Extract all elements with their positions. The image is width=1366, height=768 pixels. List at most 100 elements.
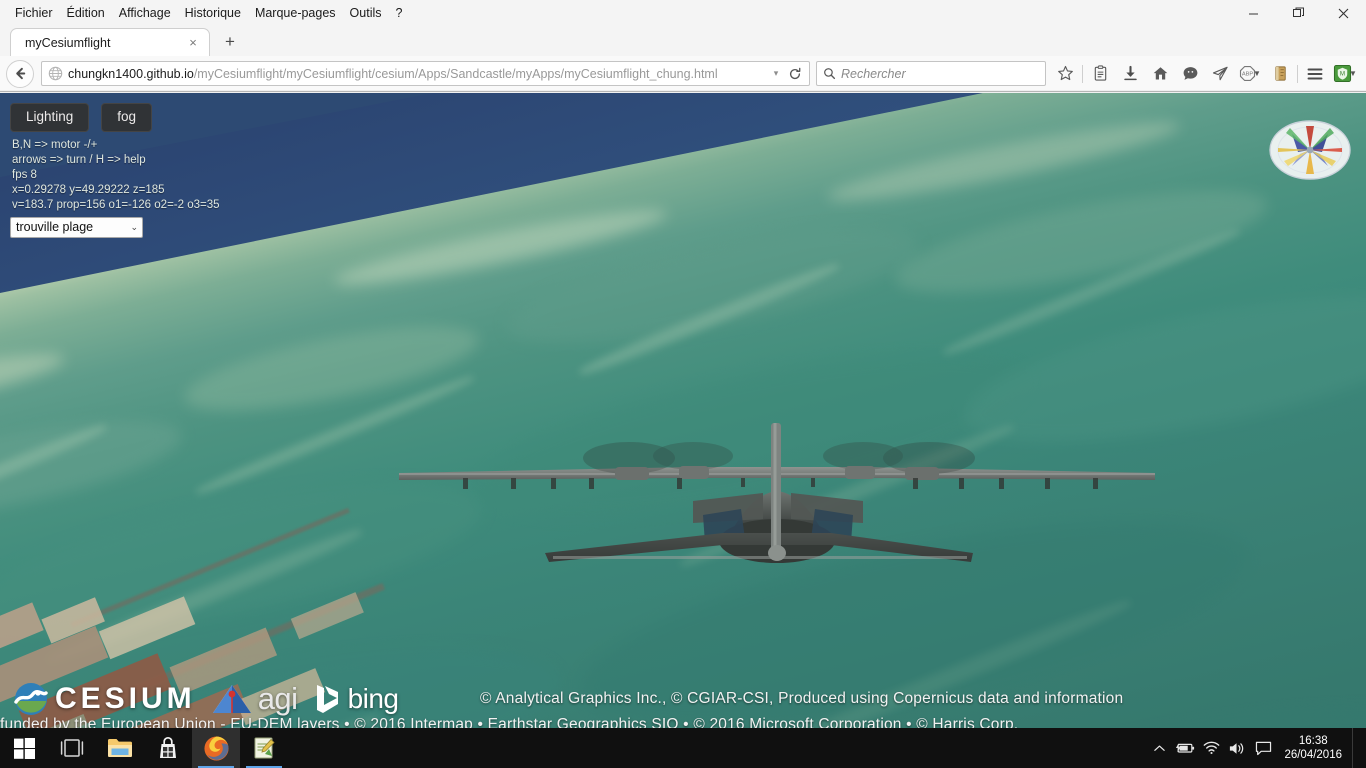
adblock-caret-icon[interactable]: ▼ [1253,69,1261,78]
menu-fichier[interactable]: Fichier [8,3,60,23]
taskbar-clock[interactable]: 16:38 26/04/2016 [1276,728,1352,768]
hud-line-position: x=0.29278 y=49.29222 z=185 [12,183,165,196]
location-select-value: trouville plage [16,220,94,235]
firefox-button[interactable] [192,728,240,768]
bing-logo-text: bing [347,683,399,714]
restore-icon [1292,7,1304,17]
home-icon [1153,67,1167,80]
hud-line-fps: fps 8 [12,168,37,181]
menu-affichage[interactable]: Affichage [112,3,178,23]
menu-marque-pages[interactable]: Marque-pages [248,3,343,23]
system-tray: 16:38 26/04/2016 [1146,728,1366,768]
search-bar[interactable]: Rechercher [816,61,1046,86]
file-explorer-icon [108,739,132,757]
url-path: /myCesiumflight/myCesiumflight/cesium/Ap… [193,66,718,81]
bookmark-star-icon [1057,65,1073,81]
task-view-icon [60,739,84,757]
tab-close-icon[interactable]: × [185,35,201,51]
adblock-plus-button[interactable]: ABP ▼ [1235,60,1265,88]
show-desktop-button[interactable] [1352,728,1360,768]
menu-hamburger-button[interactable] [1300,60,1330,88]
credit-line-2: funded by the European Union - EU-DEM la… [0,716,1019,728]
menu-historique[interactable]: Historique [178,3,248,23]
menu-hamburger-icon [1307,68,1323,79]
reload-icon [789,67,801,79]
bing-logo-icon [316,685,338,713]
svg-text:ABP: ABP [1242,72,1254,78]
new-tab-button[interactable]: + [216,29,244,55]
send-tab-icon [1212,66,1228,81]
menu-help[interactable]: ? [389,3,410,23]
action-center-button[interactable] [1250,728,1276,768]
clock-time: 16:38 [1298,735,1328,747]
send-tab-button[interactable] [1205,60,1235,88]
toolbar-icons: ABP ▼ M ▼ [1050,60,1360,88]
volume-button[interactable] [1224,728,1250,768]
home-button[interactable] [1145,60,1175,88]
pocket-button[interactable] [1175,60,1205,88]
close-button[interactable] [1321,0,1366,26]
bing-logo[interactable]: bing [312,683,399,715]
compass-rose-icon [1269,120,1351,180]
notepad-button[interactable] [240,728,288,768]
shield-caret-icon[interactable]: ▼ [1349,69,1357,78]
navigation-toolbar: chungkn1400.github.io/myCesiumflight/myC… [0,56,1366,92]
action-center-icon [1255,741,1272,755]
close-icon [1338,8,1349,18]
menu-outils[interactable]: Outils [343,3,389,23]
battery-charging-button[interactable] [1172,728,1198,768]
minimize-icon [1249,13,1258,14]
show-hidden-icons-chevron[interactable] [1146,728,1172,768]
reading-list-button[interactable] [1085,60,1115,88]
start-button[interactable] [0,728,48,768]
downloads-button[interactable] [1115,60,1145,88]
url-host: chungkn1400.github.io [68,66,194,81]
svg-text:M: M [1340,71,1345,78]
toolbar-separator [1082,64,1083,83]
engine-nacelle-4 [905,467,939,480]
url-dropdown-icon[interactable]: ▾ [767,68,785,79]
hud-telemetry: B,N => motor -/+ arrows => turn / H => h… [10,138,310,213]
menu-edition[interactable]: Édition [60,3,112,23]
hud-line-motor: B,N => motor -/+ [12,138,98,151]
directory-button[interactable] [1265,60,1295,88]
aircraft-svg [399,423,1155,563]
shield-addon-button[interactable]: M ▼ [1330,60,1360,88]
chevron-up-icon [1154,744,1165,751]
cesium-logo-text: CESIUM [55,682,196,715]
wifi-icon [1203,741,1220,755]
engine-nacelle-1 [615,467,649,480]
lighting-button[interactable]: Lighting [10,103,90,132]
bookmark-star-button[interactable] [1050,60,1080,88]
aircraft-model [393,423,1161,573]
address-bar[interactable]: chungkn1400.github.io/myCesiumflight/myC… [41,61,810,86]
cesium-logo-icon [14,683,48,715]
cesium-logo[interactable]: CESIUM [14,682,196,716]
wifi-button[interactable] [1198,728,1224,768]
file-explorer-button[interactable] [96,728,144,768]
pocket-icon [1183,67,1197,80]
task-view-button[interactable] [48,728,96,768]
downloads-icon [1123,65,1137,81]
minimize-button[interactable] [1231,0,1276,26]
hud-line-velocity: v=183.7 prop=156 o1=-126 o2=-2 o3=35 [12,198,220,211]
clock-date: 26/04/2016 [1284,749,1342,761]
cesium-viewport[interactable]: Lighting fog B,N => motor -/+ arrows => … [0,93,1366,728]
compass-navigation-widget[interactable] [1268,108,1352,192]
windows-start-icon [13,737,35,759]
tab-myCesiumflight[interactable]: myCesiumflight × [10,28,210,56]
agi-logo-icon [212,685,251,713]
microsoft-store-button[interactable] [144,728,192,768]
reading-list-icon [1094,65,1106,81]
fog-button[interactable]: fog [101,103,153,132]
map-credits: CESIUM agi bing © Analytical Graphics In… [0,678,1366,728]
search-icon [824,68,836,80]
back-button[interactable] [6,59,34,88]
reload-button[interactable] [785,67,805,81]
restore-button[interactable] [1276,0,1321,26]
chevron-down-icon[interactable]: ⌄ [130,222,138,233]
location-select[interactable]: trouville plage ⌄ [10,216,143,238]
window-controls [1231,0,1366,26]
windows-taskbar: 16:38 26/04/2016 [0,728,1366,768]
firefox-icon [203,735,229,761]
